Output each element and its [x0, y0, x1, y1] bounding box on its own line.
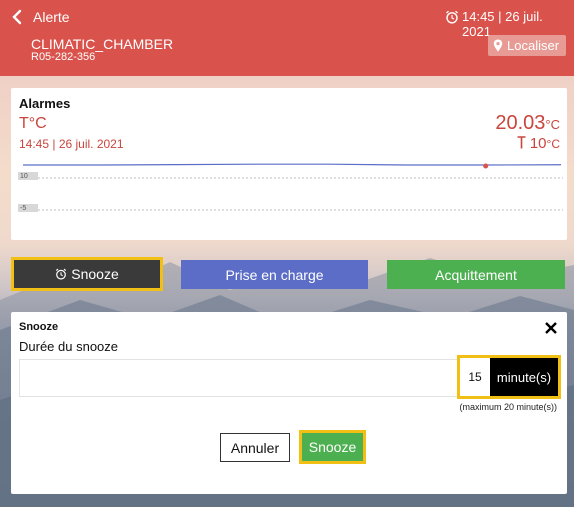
- cancel-button[interactable]: Annuler: [220, 433, 290, 462]
- device-name: CLIMATIC_CHAMBER: [31, 36, 174, 52]
- threshold-max-icon: [517, 136, 526, 149]
- snooze-panel-title: Snooze: [19, 321, 59, 333]
- snooze-button-label: Snooze: [71, 266, 119, 282]
- marker-label: 10: [20, 173, 28, 180]
- current-value-unit: °C: [545, 117, 560, 132]
- threshold-number: 10: [529, 135, 547, 152]
- current-value: 20.03°C: [495, 112, 560, 135]
- locate-label: Localiser: [507, 38, 560, 53]
- alarm-point: [483, 163, 489, 169]
- duration-input[interactable]: 15: [460, 358, 490, 396]
- locate-button[interactable]: Localiser: [488, 35, 566, 56]
- alarm-datetime: 14:45 | 26 juil. 2021: [19, 137, 124, 151]
- metric-label: T°C: [19, 115, 47, 132]
- confirm-snooze-button[interactable]: Snooze: [299, 430, 366, 464]
- snooze-button[interactable]: Snooze: [11, 257, 163, 291]
- page-title: Alerte: [33, 9, 70, 25]
- snooze-panel: Snooze Durée du snooze 15 minute(s) (max…: [11, 312, 567, 494]
- take-charge-button[interactable]: Prise en charge: [181, 260, 368, 289]
- alarm-card[interactable]: Alarmes T°C 14:45 | 26 juil. 2021 20.03°…: [11, 88, 567, 240]
- acknowledge-button[interactable]: Acquittement: [387, 260, 565, 289]
- map-pin-icon: [493, 39, 503, 52]
- duration-max-note: (maximum 20 minute(s)): [459, 402, 557, 412]
- chevron-left-icon[interactable]: [10, 9, 24, 25]
- series-line: [23, 163, 562, 166]
- snooze-duration-label: Durée du snooze: [19, 339, 119, 354]
- marker-label: -5: [20, 205, 26, 212]
- alarm-card-title: Alarmes: [19, 96, 71, 111]
- threshold-unit: °C: [546, 137, 560, 151]
- threshold-value: 10°C: [517, 135, 560, 152]
- device-id: R05-282-356: [31, 51, 96, 63]
- alarm-clock-icon: [446, 10, 458, 24]
- alert-header: Alerte 14:45 | 26 juil. 2021 CLIMATIC_CH…: [0, 0, 574, 76]
- temperature-chart: 10 -5: [18, 163, 563, 212]
- close-icon[interactable]: [545, 322, 557, 334]
- duration-unit-select[interactable]: minute(s): [490, 358, 558, 396]
- duration-stepper[interactable]: 15 minute(s): [457, 355, 561, 399]
- alarm-clock-icon: [56, 268, 67, 280]
- current-value-number: 20.03: [495, 112, 546, 134]
